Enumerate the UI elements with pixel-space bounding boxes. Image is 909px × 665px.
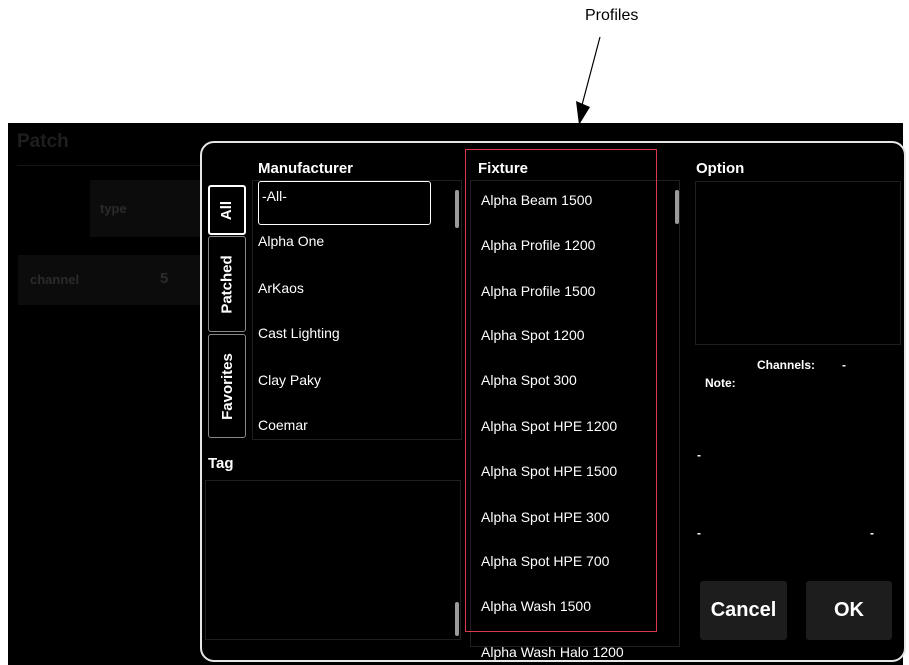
tab-patched-label: Patched (218, 254, 236, 314)
manufacturer-item[interactable]: ArKaos (258, 280, 304, 296)
callout-arrow-icon (576, 36, 601, 125)
profiles-callout-label: Profiles (585, 7, 639, 24)
manufacturer-item[interactable]: Alpha One (258, 233, 324, 249)
manufacturer-header: Manufacturer (258, 160, 354, 177)
title-divider (17, 165, 202, 166)
patch-title: Patch (17, 131, 69, 152)
channel-label: channel (30, 272, 80, 287)
fixture-scrollbar[interactable] (675, 190, 679, 224)
tag-scrollbar[interactable] (455, 602, 459, 636)
cancel-button[interactable]: Cancel (700, 581, 787, 640)
tab-favorites-label: Favorites (218, 352, 236, 420)
manufacturer-item[interactable]: Coemar (258, 417, 308, 433)
info-dash: - (697, 526, 701, 540)
channels-label: Channels: (757, 358, 816, 372)
tag-header: Tag (208, 455, 234, 472)
manufacturer-scrollbar[interactable] (455, 190, 459, 228)
profiles-highlight-frame (465, 149, 657, 632)
tab-patched[interactable]: Patched (208, 236, 246, 332)
info-dash: - (870, 526, 874, 540)
manufacturer-item[interactable]: Clay Paky (258, 372, 321, 388)
tag-list[interactable] (205, 480, 461, 640)
manufacturer-item[interactable]: -All- (262, 188, 287, 204)
channels-value: - (842, 358, 846, 372)
tab-favorites[interactable]: Favorites (208, 334, 246, 438)
ok-button[interactable]: OK (806, 581, 892, 640)
fixture-item[interactable]: Alpha Wash Halo 1200 (481, 644, 624, 660)
info-dash: - (697, 448, 701, 462)
tab-all[interactable]: All (208, 185, 246, 235)
channel-value: 5 (160, 270, 169, 287)
option-header: Option (696, 160, 745, 177)
manufacturer-item[interactable]: Cast Lighting (258, 325, 340, 341)
note-label: Note: (705, 376, 736, 390)
option-list[interactable] (695, 181, 901, 345)
tab-all-label: All (218, 200, 236, 220)
type-label: type (100, 201, 127, 216)
